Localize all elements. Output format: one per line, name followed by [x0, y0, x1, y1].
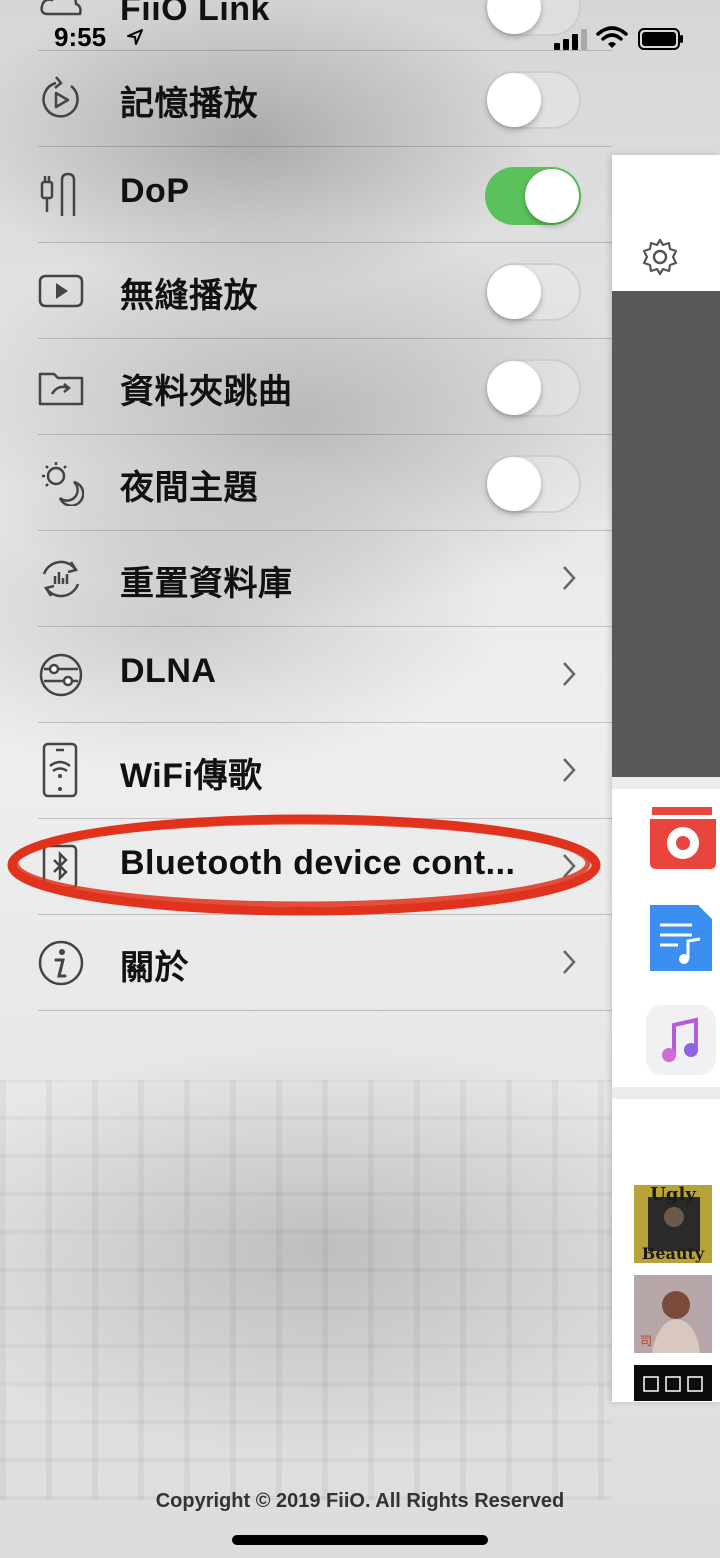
svg-text:司: 司 [640, 1334, 652, 1348]
gear-icon[interactable] [640, 237, 680, 277]
toggle-knob [487, 73, 541, 127]
gapless-toggle[interactable] [485, 263, 581, 321]
settings-row-label: 無縫播放 [120, 277, 258, 315]
night-theme-toggle[interactable] [485, 455, 581, 513]
svg-text:Ugly: Ugly [650, 1185, 696, 1205]
battery-icon [638, 28, 683, 50]
night-theme-icon [42, 462, 84, 506]
settings-row-about[interactable]: 關於 [38, 914, 612, 1011]
chevron-right-icon [563, 566, 576, 590]
side-panel-dark-area [612, 291, 720, 777]
music-file-app-icon[interactable] [648, 903, 718, 973]
fiio-music-app-icon[interactable] [646, 803, 716, 873]
wifi-transfer-icon [42, 742, 78, 798]
settings-row-night-theme[interactable]: 夜間主題 [38, 434, 612, 531]
settings-row-label: DLNA [120, 652, 217, 690]
settings-row-reset-database[interactable]: 重置資料庫 [38, 530, 612, 627]
folder-skip-toggle[interactable] [485, 359, 581, 417]
toggle-knob [525, 169, 579, 223]
apple-music-app-icon[interactable] [646, 1005, 716, 1075]
settings-row-label: 資料夾跳曲 [120, 373, 293, 411]
svg-text:Beauty: Beauty [642, 1244, 705, 1263]
chevron-right-icon [563, 950, 576, 974]
settings-row-label: WiFi傳歌 [120, 757, 263, 795]
dlna-icon [39, 653, 83, 697]
wifi-status-icon [596, 26, 628, 48]
settings-row-label: 記憶播放 [120, 85, 258, 123]
settings-row-gapless[interactable]: 無縫播放 [38, 242, 612, 339]
home-indicator[interactable] [232, 1535, 488, 1545]
settings-row-folder-skip[interactable]: 資料夾跳曲 [38, 338, 612, 435]
toggle-knob [487, 265, 541, 319]
highlight-circle-annotation [7, 814, 601, 916]
settings-row-label: 關於 [120, 949, 189, 987]
resume-play-icon [42, 76, 79, 118]
copyright-text: Copyright © 2019 FiiO. All Rights Reserv… [155, 1490, 565, 1512]
divider [612, 1087, 720, 1099]
resume-play-toggle[interactable] [485, 71, 581, 129]
status-bar: 9:55 [0, 0, 720, 60]
dop-toggle[interactable] [485, 167, 581, 225]
toggle-knob [487, 361, 541, 415]
status-time: 9:55 [54, 22, 107, 52]
settings-row-dlna[interactable]: DLNA [38, 626, 612, 723]
settings-row-label: 重置資料庫 [120, 565, 293, 603]
chevron-right-icon [563, 662, 576, 686]
cellular-signal-icon [554, 29, 587, 50]
album-cover-ugly-beauty[interactable]: Ugly Beauty [634, 1185, 712, 1263]
side-panel[interactable]: Ugly Beauty 司 [612, 155, 720, 1402]
reset-database-icon [42, 560, 80, 598]
settings-row-resume-play[interactable]: 記憶播放 [38, 50, 612, 147]
gapless-play-icon [38, 274, 84, 308]
divider [612, 777, 720, 789]
chevron-right-icon [563, 758, 576, 782]
settings-row-dop[interactable]: DoP [38, 146, 612, 243]
location-arrow-icon [127, 29, 143, 45]
album-cover-3[interactable] [634, 1365, 712, 1401]
dop-cable-icon [40, 172, 76, 216]
settings-row-label: 夜間主題 [120, 469, 258, 507]
info-icon [38, 940, 84, 986]
folder-skip-icon [38, 372, 84, 406]
settings-row-label: DoP [120, 172, 190, 210]
album-cover-2[interactable]: 司 [634, 1275, 712, 1353]
toggle-knob [487, 457, 541, 511]
